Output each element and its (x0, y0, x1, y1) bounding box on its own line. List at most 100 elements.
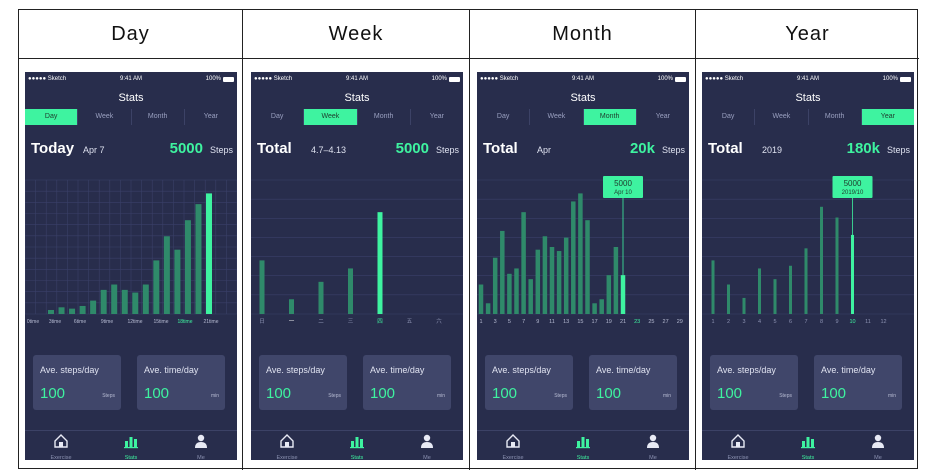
nav-me[interactable]: Me (397, 433, 457, 460)
chart-bar[interactable] (742, 297, 746, 314)
chart-bar[interactable] (542, 236, 548, 314)
tab-year[interactable]: Year (637, 109, 689, 125)
tab-month[interactable]: Month (358, 109, 411, 125)
chart-bar[interactable] (492, 257, 498, 314)
avg-steps-label: Ave. steps/day (40, 365, 99, 375)
chart-bar[interactable] (195, 204, 202, 314)
tab-week[interactable]: Week (530, 109, 584, 125)
chart-bar[interactable] (48, 309, 54, 314)
battery-label: 100% (205, 76, 221, 82)
tab-month[interactable]: Month (809, 109, 862, 125)
chart-bar[interactable] (478, 284, 484, 314)
tab-week[interactable]: Week (755, 109, 809, 125)
tab-day[interactable]: Day (702, 109, 756, 125)
chart-bar[interactable] (153, 260, 160, 314)
chart-bar[interactable] (485, 303, 491, 314)
nav-stats[interactable]: Stats (327, 433, 387, 460)
avg-steps-value: 100 (40, 385, 66, 402)
chart-bar[interactable] (79, 305, 86, 314)
chart-bar[interactable] (521, 212, 526, 314)
chart-bar[interactable] (835, 217, 839, 314)
chart-bar[interactable] (318, 281, 324, 314)
avg-time-unit: min (210, 393, 219, 399)
chart-bar[interactable] (556, 251, 562, 314)
x-tick-label: 18time (177, 319, 192, 325)
chart-bar[interactable] (100, 289, 107, 314)
average-cards: Ave. steps/day 100 Steps Ave. time/day 1… (25, 355, 237, 410)
chart-bar[interactable] (174, 249, 181, 314)
chart-bar[interactable] (789, 265, 792, 314)
steps-bar-chart: 5000Apr 101 3 5 7 9 11 13 15 17 19 21 23 25 27 29 (477, 176, 689, 325)
chart-bar[interactable] (727, 284, 730, 314)
chart-bar[interactable] (804, 248, 808, 314)
chart-bar[interactable] (289, 299, 294, 314)
chart-bar[interactable] (132, 292, 139, 314)
nav-exercise[interactable]: Exercise (257, 433, 317, 460)
chart-bar[interactable] (163, 236, 170, 314)
chart-bar[interactable] (507, 273, 512, 314)
nav-stats[interactable]: Stats (778, 433, 838, 460)
tab-week[interactable]: Week (304, 109, 358, 125)
avg-steps-card: Ave. steps/day 100 Steps (33, 355, 121, 410)
tab-month[interactable]: Month (583, 109, 637, 125)
steps-bar-chart: 日一二三四五六 (251, 179, 463, 325)
chart-bar[interactable] (773, 279, 777, 314)
tab-month[interactable]: Month (132, 109, 185, 125)
avg-steps-label: Ave. steps/day (492, 365, 551, 375)
chart-bar[interactable] (184, 220, 191, 314)
nav-exercise[interactable]: Exercise (708, 433, 768, 460)
summary-label: Today (31, 140, 75, 157)
person-icon (421, 434, 433, 448)
chart-bar[interactable] (613, 247, 619, 314)
chart-bar[interactable] (585, 220, 590, 314)
chart-bar[interactable] (563, 237, 569, 314)
nav-stats[interactable]: Stats (553, 433, 613, 460)
nav-exercise[interactable]: Exercise (483, 433, 543, 460)
nav-me[interactable]: Me (848, 433, 908, 460)
chart-bar[interactable] (500, 230, 505, 314)
avg-steps-unit: Steps (102, 393, 115, 399)
chart-bar[interactable] (58, 307, 65, 314)
chart-bar[interactable] (206, 193, 212, 314)
chart-bar[interactable] (535, 249, 541, 314)
nav-stats[interactable]: Stats (101, 433, 161, 460)
chart-bar[interactable] (711, 260, 715, 314)
chart-bar[interactable] (259, 260, 265, 314)
tab-year[interactable]: Year (411, 109, 463, 125)
chart-bar[interactable] (620, 275, 626, 314)
avg-steps-value: 100 (492, 385, 518, 402)
chart-bar[interactable] (599, 299, 604, 314)
chart-bar[interactable] (549, 247, 555, 314)
house-icon (54, 434, 68, 448)
x-tick-label: 一 (289, 319, 295, 325)
chart-bar[interactable] (528, 279, 533, 314)
nav-me[interactable]: Me (171, 433, 231, 460)
tab-week[interactable]: Week (78, 109, 132, 125)
chart-bar[interactable] (142, 284, 149, 314)
chart-bar[interactable] (578, 193, 583, 314)
chart-bar[interactable] (758, 268, 761, 314)
summary-period: Apr 7 (83, 145, 105, 155)
chart-bar[interactable] (90, 300, 97, 314)
chart-bar[interactable] (514, 268, 519, 314)
summary-period: 4.7–4.13 (311, 145, 347, 155)
tab-year[interactable]: Year (185, 109, 237, 125)
chart-bar[interactable] (111, 284, 118, 314)
nav-me[interactable]: Me (623, 433, 683, 460)
avg-time-unit: min (887, 393, 896, 399)
chart-bar[interactable] (571, 201, 576, 314)
chart-bar[interactable] (377, 212, 383, 314)
tab-year[interactable]: Year (861, 109, 914, 125)
tab-day[interactable]: Day (25, 109, 79, 125)
tab-day[interactable]: Day (251, 109, 305, 125)
chart-bar[interactable] (851, 234, 854, 314)
tab-day[interactable]: Day (477, 109, 531, 125)
chart-bar[interactable] (606, 275, 612, 314)
chart-bar[interactable] (820, 206, 823, 314)
chart-bar[interactable] (121, 289, 128, 314)
chart-bar[interactable] (69, 308, 76, 314)
chart-bar[interactable] (348, 268, 353, 314)
chart-bar[interactable] (592, 303, 597, 314)
nav-exercise[interactable]: Exercise (31, 433, 91, 460)
x-tick-label: 1 (711, 319, 714, 325)
